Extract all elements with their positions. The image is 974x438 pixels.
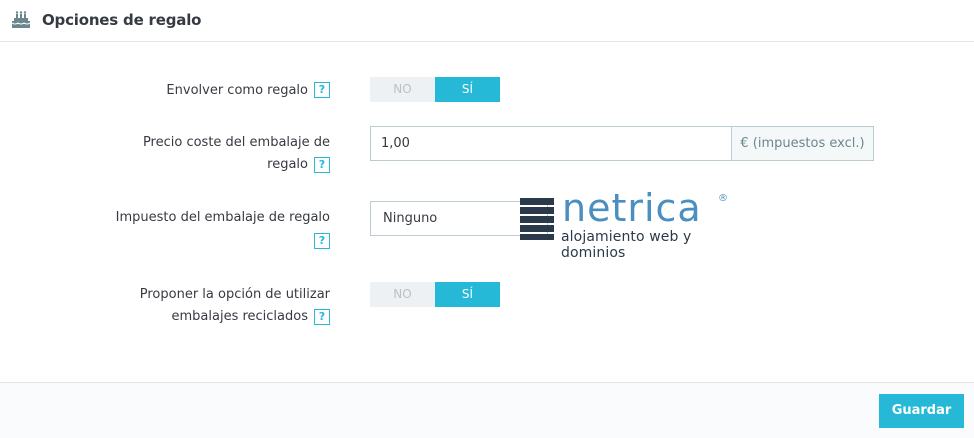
price-input[interactable]: 1,00 [370,126,731,161]
netrica-registered-mark: ® [718,193,728,204]
save-button[interactable]: Guardar [879,394,964,428]
recycled-label-line2: embalajes reciclados [171,309,309,324]
recycled-toggle-no[interactable]: NO [370,282,435,307]
netrica-logo-name: netrica [562,186,702,230]
tax-label-group: Impuesto del embalaje de regalo ? [116,207,330,251]
wrap-label: Envolver como regalo [166,83,308,98]
recycled-label-group: Proponer la opción de utilizar embalajes… [140,284,330,328]
recycled-help-icon[interactable]: ? [314,308,330,325]
price-label-group: Precio coste del embalaje de regalo? [143,132,330,176]
netrica-logo: netrica ® alojamiento web y dominios [520,186,760,261]
gift-options-panel: Opciones de regalo Envolver como regalo?… [0,0,974,438]
wrap-help-icon[interactable]: ? [314,81,330,98]
wrap-toggle-no[interactable]: NO [370,77,435,102]
price-label-line2: regalo [267,157,308,172]
panel-header: Opciones de regalo [0,0,974,42]
netrica-logo-mark [520,198,554,240]
wrap-toggle[interactable]: NO SÍ [370,77,500,102]
wrap-label-group: Envolver como regalo? [166,79,330,102]
netrica-tagline: alojamiento web y dominios [561,229,692,261]
tax-label: Impuesto del embalaje de regalo [115,210,330,225]
price-input-group: 1,00 € (impuestos excl.) [370,126,874,161]
price-currency-addon: € (impuestos excl.) [731,126,874,161]
recycled-toggle[interactable]: NO SÍ [370,282,500,307]
gift-cake-icon [11,11,31,28]
panel-footer: Guardar [0,382,974,438]
recycled-toggle-yes[interactable]: SÍ [435,282,500,307]
panel-title: Opciones de regalo [42,11,202,29]
price-label-line1: Precio coste del embalaje de [142,135,330,150]
tax-help-icon[interactable]: ? [314,232,330,249]
recycled-label-line1: Proponer la opción de utilizar [139,287,330,302]
price-help-icon[interactable]: ? [314,156,330,173]
wrap-toggle-yes[interactable]: SÍ [435,77,500,102]
